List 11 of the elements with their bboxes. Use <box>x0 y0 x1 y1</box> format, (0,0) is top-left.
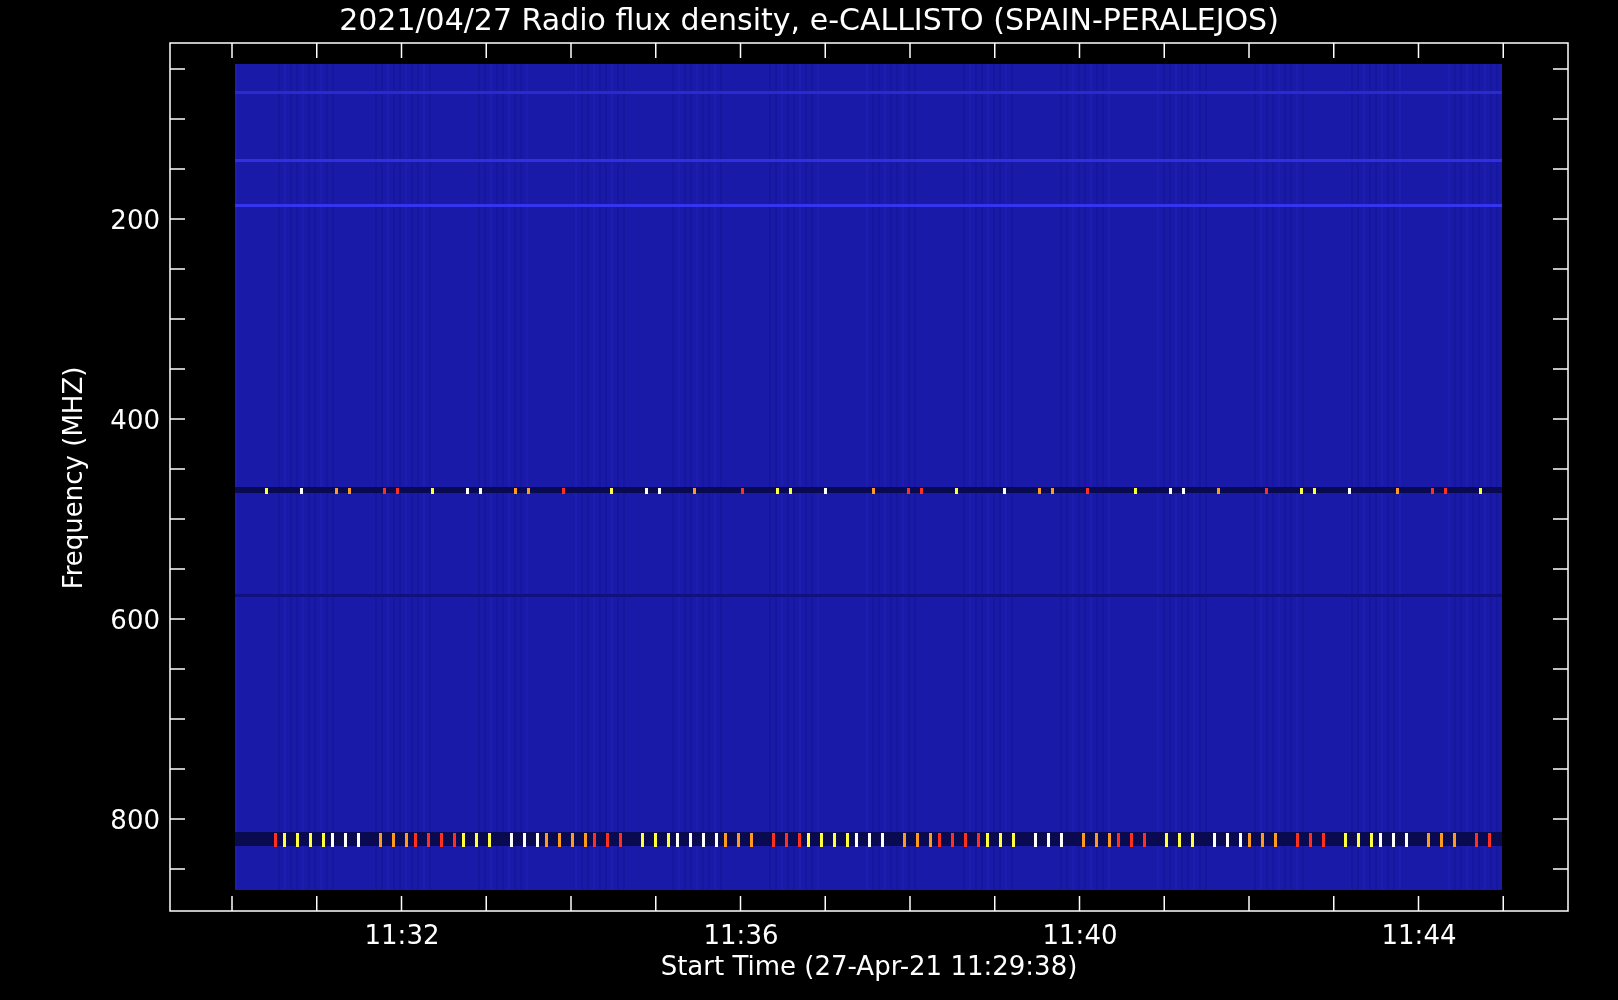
chart-title: 2021/04/27 Radio flux density, e-CALLISTO (SPAIN-PERALEJOS) <box>339 2 1279 37</box>
x-tick-label: 11:32 <box>364 920 440 950</box>
x-tick-label: 11:36 <box>703 920 779 950</box>
y-tick-label: 400 <box>110 405 160 435</box>
x-tick-label: 11:44 <box>1381 920 1457 950</box>
y-tick-label: 800 <box>110 805 160 835</box>
y-tick-label: 600 <box>110 605 160 635</box>
x-axis-label: Start Time (27-Apr-21 11:29:38) <box>660 951 1078 981</box>
y-axis-label: Frequency (MHZ) <box>58 366 88 590</box>
y-tick-label: 200 <box>110 205 160 235</box>
x-tick-label: 11:40 <box>1042 920 1118 950</box>
